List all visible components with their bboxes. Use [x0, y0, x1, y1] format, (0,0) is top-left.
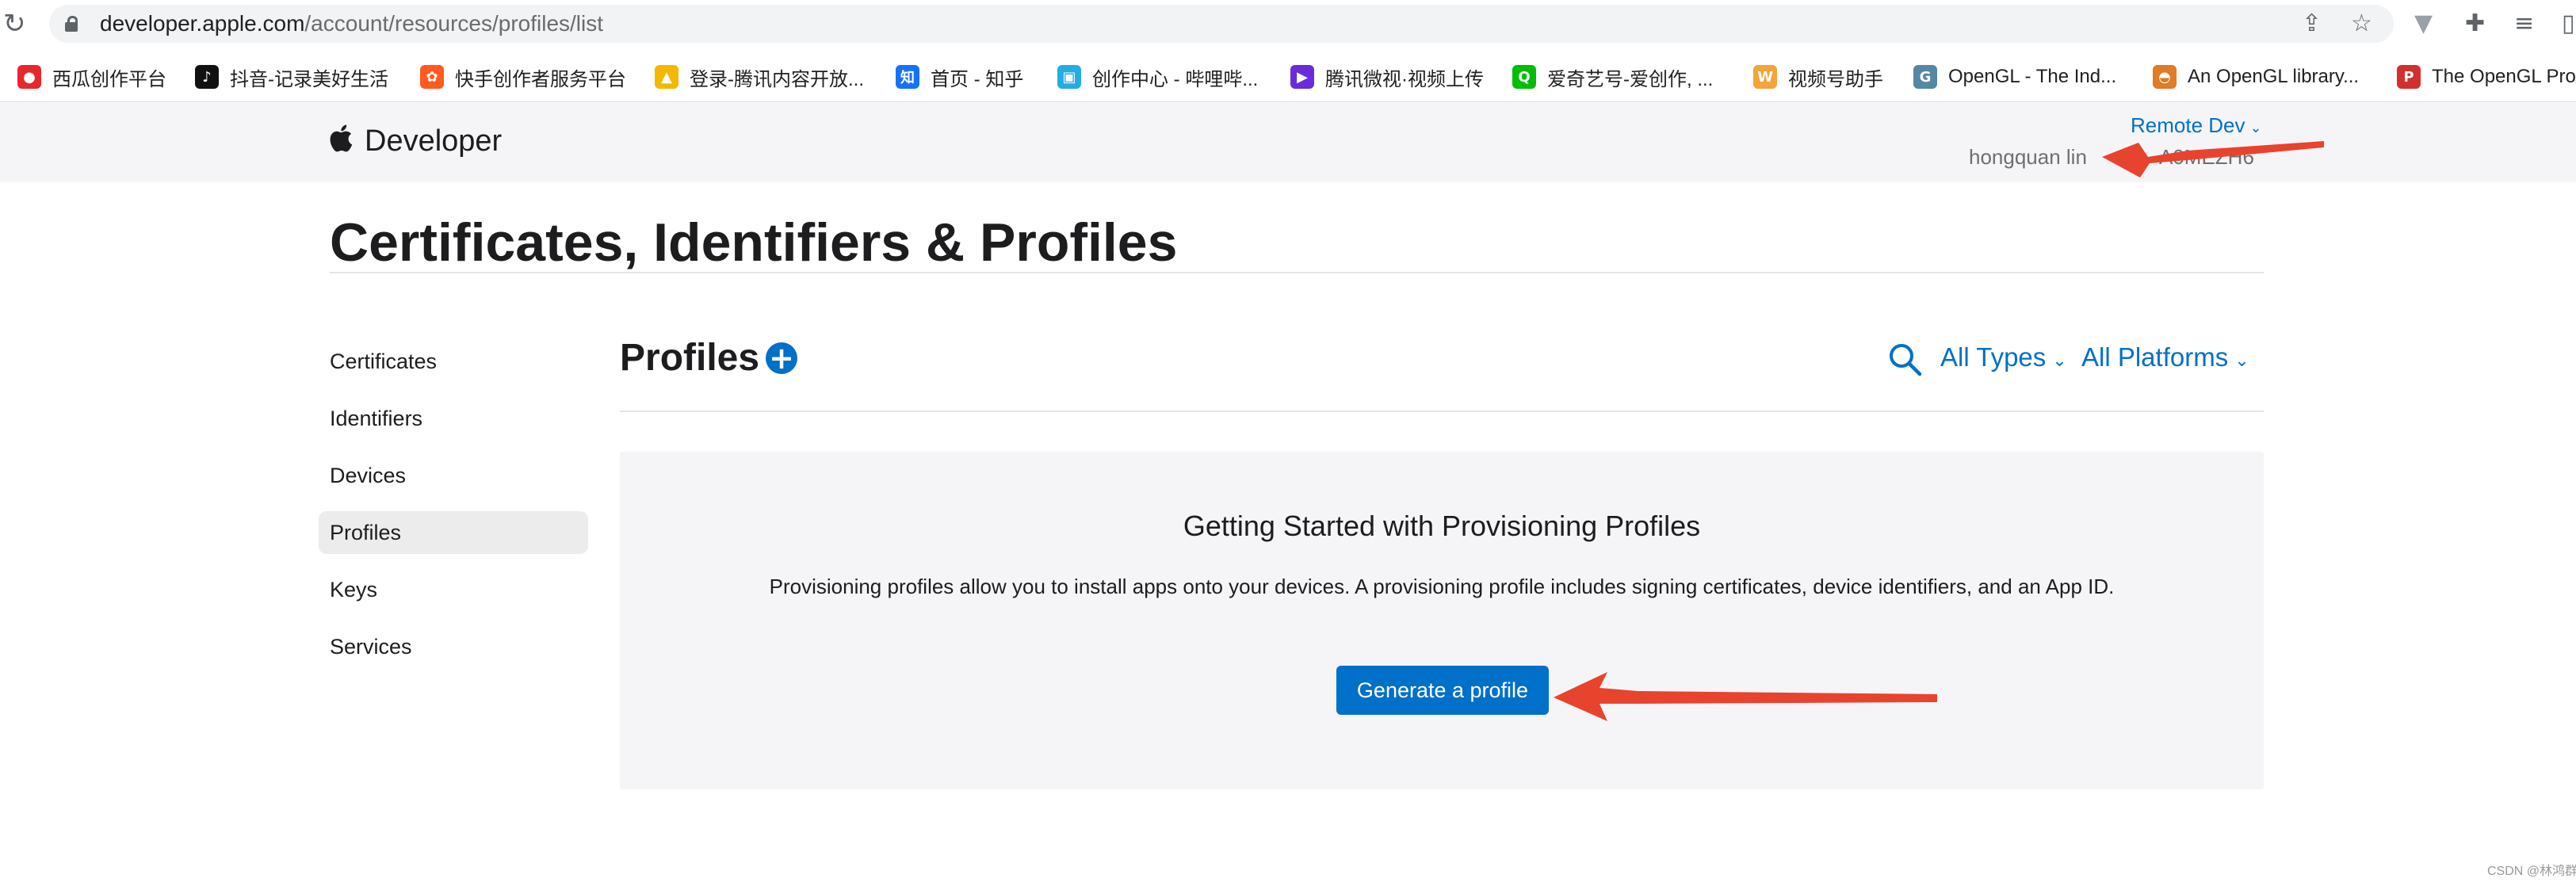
douyin-icon: ♪ — [195, 65, 219, 89]
sidebar-item-keys[interactable]: Keys — [319, 568, 588, 611]
side-panel-icon[interactable]: ▯ — [2562, 8, 2575, 40]
lock-icon[interactable] — [65, 16, 78, 32]
developer-brand[interactable]: Developer — [365, 124, 502, 158]
bookmark-label: An OpenGL library... — [2188, 66, 2360, 87]
sidebar-item-identifiers[interactable]: Identifiers — [319, 397, 588, 440]
bookmark-star-icon[interactable]: ☆ — [2351, 8, 2372, 40]
generate-profile-button[interactable]: Generate a profile — [1336, 666, 1549, 715]
bookmark-item[interactable]: W 视频号助手 — [1753, 62, 1883, 92]
bookmark-item[interactable]: ▣ 创作中心 - 哔哩哔... — [1057, 62, 1258, 92]
sidebar-item-label: Services — [330, 635, 412, 659]
section-divider — [620, 411, 2264, 412]
bookmarks-bar: ● 西瓜创作平台 ♪ 抖音-记录美好生活 ✿ 快手创作者服务平台 ▲ 登录-腾讯… — [0, 52, 2576, 102]
search-icon[interactable] — [1888, 342, 1923, 377]
share-icon[interactable]: ⇪ — [2302, 8, 2322, 40]
bookmark-item[interactable]: ▲ 登录-腾讯内容开放... — [655, 62, 864, 92]
bookmark-item[interactable]: G OpenGL - The Ind... — [1913, 62, 2116, 92]
bookmark-label: OpenGL - The Ind... — [1948, 66, 2117, 87]
sidebar-item-label: Identifiers — [330, 407, 423, 430]
sidebar-item-label: Profiles — [330, 521, 402, 544]
bookmark-label: 快手创作者服务平台 — [455, 68, 626, 90]
bookmark-label: 首页 - 知乎 — [931, 68, 1024, 90]
empty-state-title: Getting Started with Provisioning Profil… — [1183, 510, 1701, 542]
chevron-down-icon: ⌄ — [2249, 120, 2262, 136]
sidebar-item-label: Certificates — [330, 349, 438, 373]
sidebar-item-label: Keys — [330, 578, 378, 601]
apple-logo-icon[interactable] — [330, 122, 357, 154]
bookmark-label: 视频号助手 — [1788, 68, 1883, 90]
empty-state-panel: Getting Started with Provisioning Profil… — [620, 452, 2264, 789]
sidebar-item-label: Devices — [330, 464, 407, 487]
account-menu[interactable]: Remote Dev ⌄ — [2131, 113, 2262, 140]
sidebar-item-certificates[interactable]: Certificates — [319, 340, 588, 383]
chevron-down-icon: ⌄ — [2234, 351, 2249, 371]
glfw-icon: ◓ — [2153, 65, 2177, 89]
bookmark-item[interactable]: 知 首页 - 知乎 — [896, 62, 1023, 92]
bookmark-item[interactable]: P The OpenGL Pro — [2397, 62, 2576, 92]
zhihu-icon: 知 — [896, 65, 919, 89]
bookmark-item[interactable]: ● 西瓜创作平台 — [17, 62, 166, 92]
kuaishou-icon: ✿ — [420, 65, 444, 89]
bilibili-icon: ▣ — [1057, 65, 1081, 89]
browser-toolbar: ↻ developer.apple.com/account/resources/… — [0, 0, 2576, 48]
xigua-icon: ● — [17, 65, 41, 89]
tencent-bell-icon: ▲ — [655, 65, 678, 89]
channels-icon: W — [1753, 65, 1777, 89]
bookmark-label: 爱奇艺号-爱创作, ... — [1547, 68, 1714, 90]
url-text[interactable]: developer.apple.com/account/resources/pr… — [100, 10, 603, 37]
watermark: CSDN @林鸿群 — [2487, 865, 2576, 878]
title-divider — [330, 272, 2264, 273]
user-name: hongquan lin — [1969, 145, 2087, 169]
weishi-icon: ▶ — [1290, 65, 1314, 89]
empty-state-description: Provisioning profiles allow you to insta… — [769, 575, 2115, 598]
extension-vimium-icon[interactable]: ▼ — [2414, 8, 2433, 40]
bookmark-label: 登录-腾讯内容开放... — [690, 68, 864, 90]
type-filter-dropdown[interactable]: All Types ⌄ — [1940, 342, 2067, 377]
bookmark-label: The OpenGL Pro — [2432, 66, 2576, 87]
reading-list-icon[interactable]: ≡ — [2514, 8, 2534, 40]
sidebar-item-devices[interactable]: Devices — [319, 454, 588, 497]
page-title: Certificates, Identifiers & Profiles — [330, 212, 1178, 273]
bookmark-label: 抖音-记录美好生活 — [230, 68, 388, 90]
section-title: Profiles — [620, 337, 760, 379]
bookmark-label: 腾讯微视·视频上传 — [1325, 68, 1484, 90]
team-id: A0MEZH6 — [2159, 145, 2254, 169]
chevron-down-icon: ⌄ — [2052, 351, 2067, 371]
bookmark-item[interactable]: ♪ 抖音-记录美好生活 — [195, 62, 388, 92]
bookmark-label: 西瓜创作平台 — [52, 68, 166, 90]
bookmark-item[interactable]: ◓ An OpenGL library... — [2153, 62, 2359, 92]
bookmark-item[interactable]: Q 爱奇艺号-爱创作, ... — [1512, 62, 1713, 92]
bookmark-label: 创作中心 - 哔哩哔... — [1092, 68, 1259, 90]
iqiyi-icon: Q — [1512, 65, 1536, 89]
bookmark-item[interactable]: ▶ 腾讯微视·视频上传 — [1290, 62, 1484, 92]
extensions-puzzle-icon[interactable]: ✚ — [2465, 8, 2485, 40]
opengl-pro-icon: P — [2397, 65, 2421, 89]
sidebar-item-profiles[interactable]: Profiles — [319, 511, 588, 554]
reload-icon[interactable]: ↻ — [3, 8, 29, 40]
bookmark-item[interactable]: ✿ 快手创作者服务平台 — [420, 62, 626, 92]
platform-filter-dropdown[interactable]: All Platforms ⌄ — [2081, 342, 2249, 377]
add-profile-button[interactable]: + — [766, 342, 797, 374]
sidebar-item-services[interactable]: Services — [319, 625, 588, 668]
opengl-icon: G — [1913, 65, 1937, 89]
